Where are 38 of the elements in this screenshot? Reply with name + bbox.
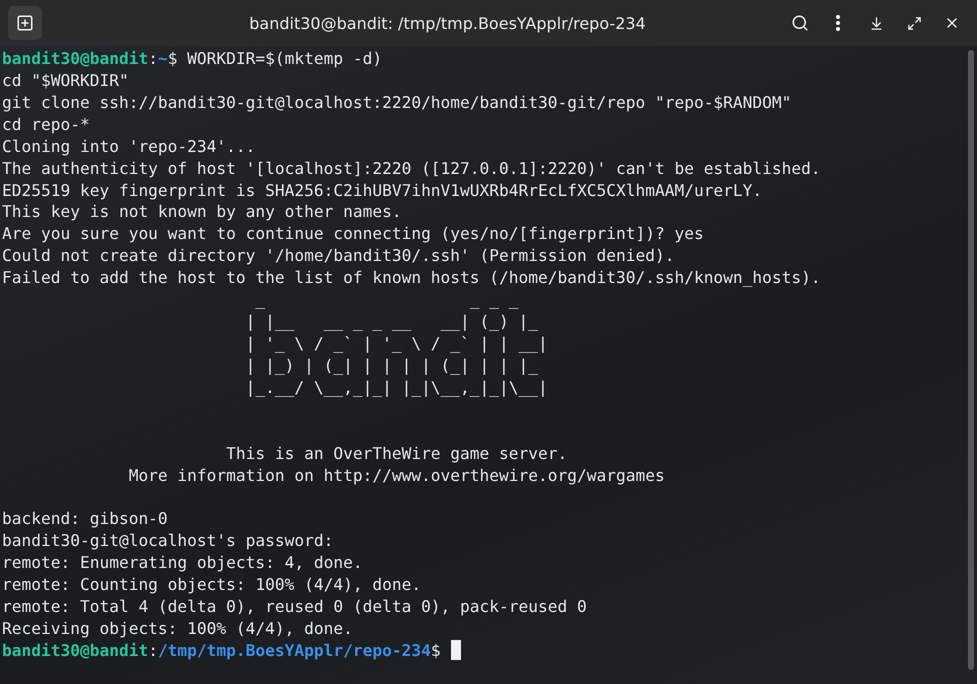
window-title: bandit30@bandit: /tmp/tmp.BoesYApplr/repo-234	[248, 14, 647, 32]
search-icon	[791, 14, 809, 32]
terminal-output-line: Are you sure you want to continue connecting (yes/no/[fingerprint])? yes	[2, 224, 704, 244]
new-tab-icon	[16, 14, 34, 32]
terminal-output-line: backend: gibson-0	[2, 509, 168, 528]
prompt-path: /tmp/tmp.BoesYApplr/repo-234	[158, 640, 431, 660]
prompt-separator: :	[148, 640, 158, 660]
banner-line: | '_ \ / _` | '_ \ / _` | | __|	[244, 334, 548, 353]
banner-line: _ _ _ _	[254, 290, 519, 310]
banner-line: | |__ __ _ _ __ __| (_) |_	[244, 312, 538, 332]
prompt-command: $ WORKDIR=$(mktemp -d)	[168, 49, 382, 68]
terminal-output-line: remote: Total 4 (delta 0), reused 0 (delta 0), pack-reused 0	[2, 597, 587, 616]
prompt-user-host: bandit30@bandit	[2, 49, 148, 68]
banner-line: More information on http://www.overthewire.org/wargames	[128, 466, 665, 485]
scrollbar-thumb[interactable]	[968, 50, 974, 670]
terminal-output-line: git clone ssh://bandit30-git@localhost:2220/home/bandit30-git/repo "repo-$RANDOM"	[2, 92, 792, 112]
prompt-command: $	[430, 640, 441, 660]
maximize-icon	[906, 16, 922, 30]
banner-line: | |_) | (_| | | | | (_| | | |_	[244, 356, 538, 375]
terminal-output-line: Receiving objects: 100% (4/4), done.	[2, 618, 353, 638]
prompt-separator: :	[148, 49, 158, 68]
terminal-output-line: remote: Counting objects: 100% (4/4), done.	[2, 575, 422, 594]
terminal-output-line: bandit30-git@localhost's password:	[2, 531, 334, 550]
terminal-output-line: Cloning into 'repo-234'...	[2, 136, 256, 156]
menu-icon	[836, 15, 840, 31]
terminal-output-line: Failed to add the host to the list of known hosts (/home/bandit30/.ssh/known_hosts).	[2, 268, 821, 288]
banner-line: This is an OverTheWire game server.	[225, 444, 568, 463]
terminal-output-line: The authenticity of host '[localhost]:2220 ([127.0.0.1]:2220)' can't be established.	[2, 158, 821, 178]
terminal-output-line: This key is not known by any other names.	[2, 202, 402, 222]
banner-line: |_.__/ \__,_|_| |_|\__,_|_|\__|	[244, 378, 548, 397]
terminal-output-line: Could not create directory '/home/bandit30/.ssh' (Permission denied).	[2, 246, 674, 266]
terminal-output-line: cd "$WORKDIR"	[2, 70, 129, 90]
prompt-user-host: bandit30@bandit	[2, 640, 148, 660]
new-tab-button[interactable]	[8, 6, 42, 40]
terminal-output-line: ED25519 key fingerprint is SHA256:C2ihUBV7ihnV1wUXRb4RrEcLfXC5CXlhmAAM/urerLY.	[2, 180, 762, 200]
prompt-path: ~	[158, 49, 168, 68]
terminal-output-line: remote: Enumerating objects: 4, done.	[2, 553, 363, 572]
terminal-output-line: cd repo-*	[2, 114, 90, 134]
